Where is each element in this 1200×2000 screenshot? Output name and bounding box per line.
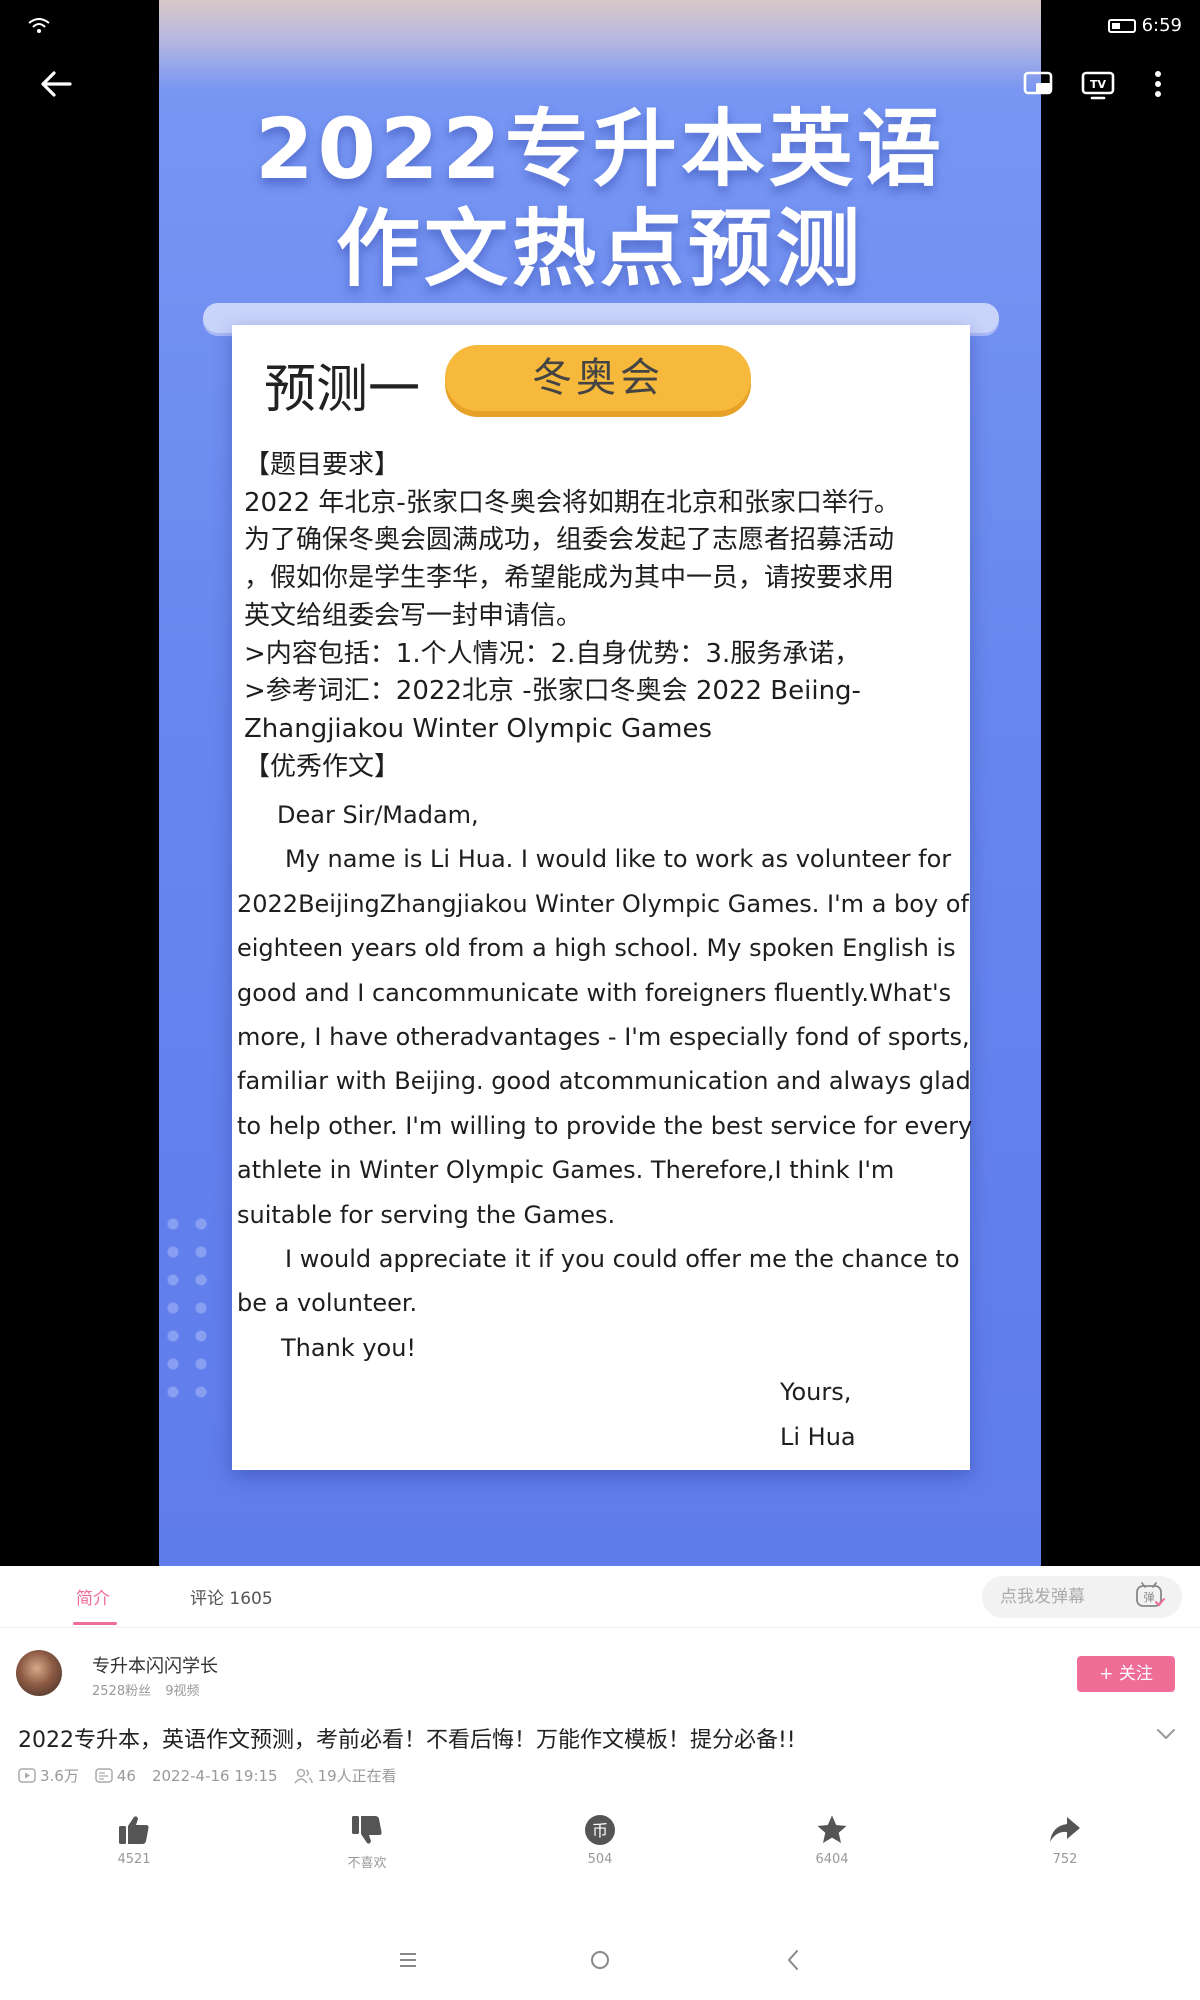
people-watching-icon [293,1768,313,1783]
essay-line: My name is Li Hua. I would like to work … [285,845,952,874]
poster-title-line2: 作文热点预测 [335,200,864,298]
pip-icon[interactable] [1021,66,1057,102]
essay-closing: be a volunteer. [237,1289,418,1318]
tab-bar: 简介 评论 1605 点我发弹幕 弹 [0,1566,1200,1628]
prompt-line: >内容包括：1.个人情况：2.自身优势：3.服务承诺， [244,638,861,669]
share-arrow-icon [1050,1817,1080,1842]
prompt-line: Zhangjiakou Winter Olympic Games [244,713,712,744]
essay-line: more, I have otheradvantages - I'm espec… [237,1023,970,1052]
prompt-line: 【题目要求】 [244,450,401,480]
back-nav-icon[interactable] [783,1948,803,1972]
publish-date: 2022-4-16 19:15 [151,1766,278,1785]
prompt-line: ，假如你是学生李华，希望能成为其中一员，请按要求用 [244,563,895,594]
essay-text: Dear Sir/Madam, My name is Li Hua. I wou… [237,793,973,1459]
battery-icon [1107,18,1136,33]
danmaku-icon: 弹 [1136,1582,1165,1607]
back-arrow-icon[interactable] [36,64,76,104]
favorite-count: 6404 [815,1852,849,1867]
essay-line: good and I cancommunicate with foreigner… [237,978,952,1007]
status-right: 6:59 [1107,15,1182,36]
forecast-label: 预测一 [264,360,421,420]
video-title: 2022专升本，英语作文预测，考前必看！不看后悔！万能作文模板！提分必备!! [18,1728,796,1753]
menu-nav-icon[interactable] [398,1948,418,1972]
favorite-button[interactable]: 6404 [787,1814,877,1867]
essay-card: 预测一 冬奥会 【题目要求】 2022 年北京-张家口冬奥会将如期在北京和张家口… [232,325,973,1470]
dislike-label: 不喜欢 [347,1856,387,1871]
essay-closing: I would appreciate it if you could offer… [285,1245,960,1274]
uploader-avatar[interactable] [16,1650,62,1696]
prompt-line: 2022 年北京-张家口冬奥会将如期在北京和张家口举行。 [244,487,900,518]
more-icon[interactable] [1140,66,1176,102]
uploader-name[interactable]: 专升本闪闪学长 [92,1652,218,1678]
fans-count: 2528粉丝 [92,1684,152,1699]
tv-cast-icon[interactable]: TV [1080,66,1116,102]
essay-line: familiar with Beijing. good atcommunicat… [237,1067,971,1096]
prompt-text: 【题目要求】 2022 年北京-张家口冬奥会将如期在北京和张家口举行。 为了确保… [244,447,964,786]
svg-text:币: 币 [592,1821,608,1840]
prompt-line: 为了确保冬奥会圆满成功，组委会发起了志愿者招募活动 [244,525,895,556]
essay-line: eighteen years old from a high school. M… [237,934,956,963]
status-time: 6:59 [1141,15,1182,36]
danmaku-settings-button[interactable]: 弹 [1118,1576,1182,1618]
play-count-icon [18,1767,36,1783]
essay-line: to help other. I'm willing to provide th… [237,1111,973,1140]
coin-icon: 币 [585,1815,615,1845]
share-button[interactable]: 752 [1020,1814,1110,1867]
danmaku-stat: 46 [95,1767,136,1785]
wifi-icon [28,18,50,33]
video-stats: 3.6万 46 2022-4-16 19:15 19人正在看 [18,1765,413,1786]
svg-text:弹: 弹 [1144,1590,1155,1604]
essay-signoff: Yours, [780,1378,852,1407]
active-tab-indicator [73,1622,117,1625]
essay-line: suitable for serving the Games. [237,1200,616,1229]
essay-signature: Li Hua [780,1422,856,1451]
prompt-line: 【优秀作文】 [244,751,401,782]
danmaku-input[interactable]: 点我发弹幕 [982,1576,1118,1618]
essay-greeting: Dear Sir/Madam, [277,801,479,829]
topic-pill: 冬奥会 [445,345,751,411]
thumbs-up-icon [119,1816,149,1844]
prompt-line: 英文给组委会写一封申请信。 [244,600,583,631]
essay-line: 2022BeijingZhangjiakou Winter Olympic Ga… [237,889,969,918]
essay-line: athlete in Winter Olympic Games. Therefo… [237,1156,895,1185]
views-count: 3.6万 [40,1767,79,1785]
coin-button[interactable]: 币 504 [555,1814,645,1867]
tab-comments[interactable]: 评论 1605 [190,1584,273,1609]
essay-thanks: Thank you! [281,1333,417,1362]
like-button[interactable]: 4521 [89,1814,179,1867]
danmaku-count-icon [95,1767,113,1783]
tab-intro[interactable]: 简介 [76,1584,110,1609]
chevron-down-icon[interactable] [1154,1726,1178,1742]
video-count: 9视频 [165,1684,200,1699]
follow-button[interactable]: + 关注 [1077,1656,1175,1692]
video-frame: 2022专升本英语 作文热点预测 预测一 冬奥会 【题目要求】 2022 年北京… [159,0,1041,1566]
video-player[interactable]: 2022专升本英语 作文热点预测 预测一 冬奥会 【题目要求】 2022 年北京… [0,0,1200,1566]
coin-count: 504 [587,1852,613,1867]
danmaku-count: 46 [116,1766,136,1785]
dislike-button[interactable]: 不喜欢 [322,1814,412,1871]
views-stat: 3.6万 [18,1765,79,1786]
watching-stat: 19人正在看 [293,1765,397,1786]
star-icon [817,1815,847,1843]
uploader-meta: 2528粉丝 9视频 [92,1680,200,1699]
like-count: 4521 [117,1852,151,1867]
prompt-line: >参考词汇：2022北京 -张家口冬奥会 2022 Beiing- [244,676,861,707]
thumbs-down-icon [352,1816,382,1844]
watching-count: 19人正在看 [317,1767,397,1785]
home-nav-icon[interactable] [589,1948,611,1972]
share-count: 752 [1052,1852,1078,1867]
svg-text:TV: TV [1090,78,1107,91]
